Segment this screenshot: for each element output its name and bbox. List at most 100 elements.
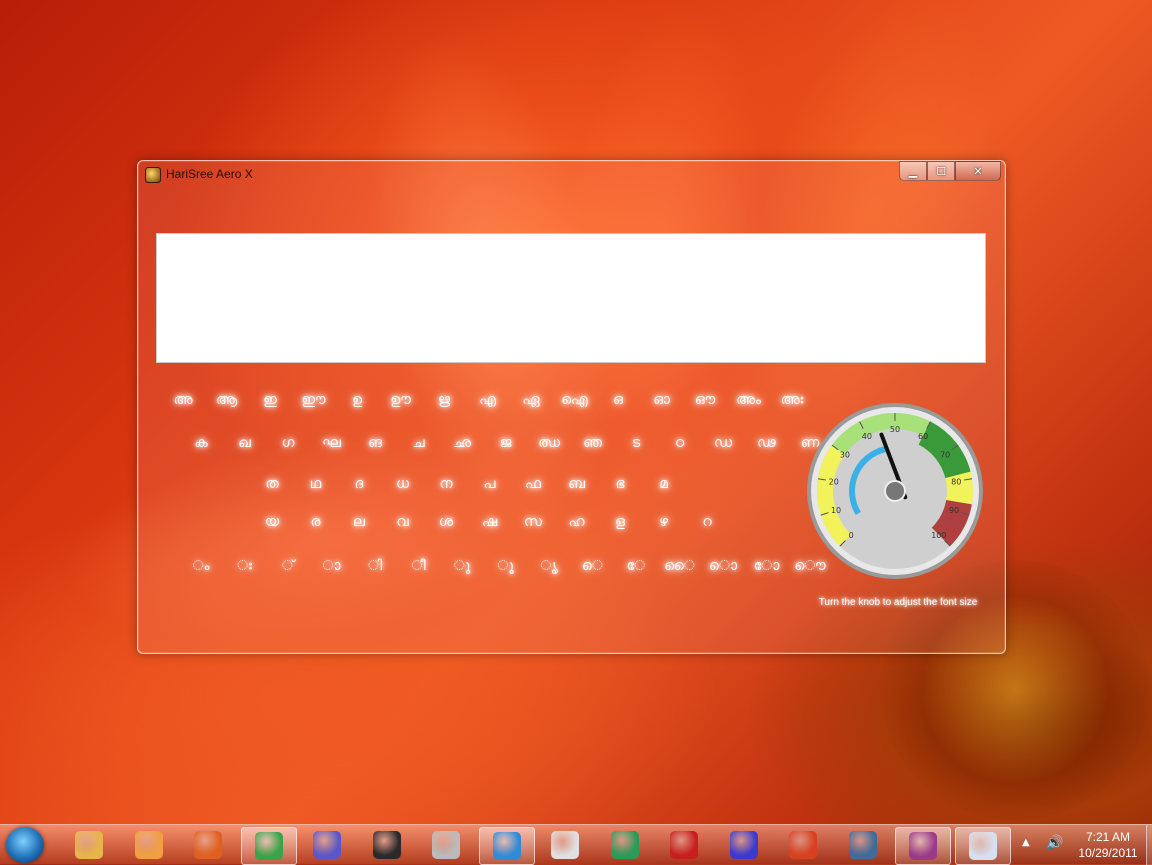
key[interactable]: ച — [400, 430, 438, 456]
key[interactable]: ൊ — [704, 553, 742, 579]
key[interactable]: ഉ — [338, 387, 376, 413]
key[interactable]: റ — [688, 509, 726, 535]
gauge-tick-label: 80 — [951, 477, 961, 486]
key[interactable]: ഠ — [661, 430, 699, 456]
key[interactable]: യ — [253, 509, 291, 535]
tray-arrow-icon[interactable]: ▲ — [1022, 837, 1030, 848]
key[interactable]: ഏ — [512, 387, 550, 413]
key[interactable]: വ — [384, 509, 422, 535]
key[interactable]: ം — [182, 553, 220, 579]
show-desktop-button[interactable] — [1146, 825, 1152, 865]
key[interactable]: ഔ — [686, 387, 724, 413]
key[interactable]: ഇ — [251, 387, 289, 413]
key[interactable]: ഘ — [313, 430, 351, 456]
key[interactable]: ഐ — [556, 387, 594, 413]
key[interactable]: ഖ — [226, 430, 264, 456]
taskbar-item-winrar[interactable] — [895, 827, 951, 865]
key[interactable]: ഊ — [382, 387, 420, 413]
clock[interactable]: 7:21 AM 10/29/2011 — [1072, 829, 1144, 861]
key[interactable]: ൃ — [530, 553, 568, 579]
taskbar-item-chrome[interactable] — [240, 827, 297, 865]
taskbar-item-messenger[interactable] — [598, 827, 652, 863]
volume-icon[interactable]: 🔊 — [1046, 835, 1063, 851]
window-icon — [968, 832, 997, 860]
gauge-tick-label: 40 — [862, 432, 872, 441]
key[interactable]: ല — [340, 509, 378, 535]
key[interactable]: ക — [182, 430, 220, 456]
key[interactable]: ൈ — [661, 553, 699, 579]
key[interactable]: ശ — [427, 509, 465, 535]
key[interactable]: ൂ — [487, 553, 525, 579]
taskbar-item-explorer[interactable] — [62, 827, 116, 863]
close-button[interactable]: ✕ — [955, 161, 1001, 181]
key[interactable]: ഗ — [269, 430, 307, 456]
key[interactable]: ഋ — [425, 387, 463, 413]
key[interactable]: ആ — [208, 387, 246, 413]
taskbar: ▲ 🔊 7:21 AM 10/29/2011 — [0, 824, 1152, 865]
key[interactable]: മ — [645, 471, 683, 497]
key[interactable]: ഡ — [704, 430, 742, 456]
maximize-button[interactable]: ☐ — [927, 161, 955, 181]
key[interactable]: ഥ — [297, 471, 335, 497]
key[interactable]: പ — [471, 471, 509, 497]
key[interactable]: ഝ — [530, 430, 568, 456]
taskbar-item-kaspersky[interactable] — [657, 827, 711, 863]
start-button[interactable] — [6, 827, 44, 863]
gauge-tick-label: 90 — [949, 506, 959, 515]
key[interactable]: ത — [253, 471, 291, 497]
taskbar-item-media-um[interactable] — [360, 827, 414, 863]
key[interactable]: എ — [469, 387, 507, 413]
key[interactable]: ോ — [748, 553, 786, 579]
taskbar-item-monitor[interactable] — [836, 827, 890, 863]
key[interactable]: അം — [730, 387, 768, 413]
key[interactable]: ഷ — [471, 509, 509, 535]
font-size-gauge[interactable]: 0 10 20 30 40 50 60 70 80 90 100 — [805, 401, 985, 581]
key[interactable]: െ — [574, 553, 612, 579]
key[interactable]: ാ — [313, 553, 351, 579]
key[interactable]: േ — [617, 553, 655, 579]
key[interactable]: ബ — [558, 471, 596, 497]
taskbar-item-infinity[interactable] — [300, 827, 354, 863]
key[interactable]: ര — [297, 509, 335, 535]
key[interactable]: ഹ — [558, 509, 596, 535]
key[interactable]: ഢ — [748, 430, 786, 456]
taskbar-item-ucweb[interactable] — [776, 827, 830, 863]
key[interactable]: അ — [164, 387, 202, 413]
title-bar[interactable]: HariSree Aero X ▁ ☐ ✕ — [138, 161, 1005, 187]
text-input-area[interactable] — [156, 233, 986, 363]
key[interactable]: ദ — [340, 471, 378, 497]
winrar-icon — [909, 832, 937, 860]
key[interactable]: ി — [356, 553, 394, 579]
key[interactable]: ഛ — [443, 430, 481, 456]
taskbar-item-installer[interactable] — [538, 827, 592, 863]
key[interactable]: ധ — [384, 471, 422, 497]
minimize-button[interactable]: ▁ — [899, 161, 927, 181]
taskbar-item-bittorrent[interactable] — [717, 827, 771, 863]
key[interactable]: ന — [427, 471, 465, 497]
key[interactable]: ങ — [356, 430, 394, 456]
key[interactable]: ് — [269, 553, 307, 579]
key[interactable]: ട — [617, 430, 655, 456]
gauge-tick-label: 20 — [829, 477, 839, 486]
key[interactable]: സ — [514, 509, 552, 535]
key[interactable]: ഈ — [295, 387, 333, 413]
key[interactable]: ള — [601, 509, 639, 535]
firefox-icon — [194, 831, 222, 859]
key[interactable]: ു — [443, 553, 481, 579]
taskbar-item-media-player[interactable] — [122, 827, 176, 863]
monitor-icon — [848, 831, 877, 859]
key[interactable]: ീ — [400, 553, 438, 579]
taskbar-item-firefox[interactable] — [181, 827, 235, 863]
key[interactable]: ഓ — [643, 387, 681, 413]
key[interactable]: ജ — [487, 430, 525, 456]
key[interactable]: ഞ — [574, 430, 612, 456]
key[interactable]: ഃ — [226, 553, 264, 579]
key[interactable]: ഫ — [514, 471, 552, 497]
taskbar-item-window[interactable] — [954, 827, 1011, 865]
key[interactable]: ഴ — [645, 509, 683, 535]
key[interactable]: ഭ — [601, 471, 639, 497]
key[interactable]: ഒ — [599, 387, 637, 413]
taskbar-item-app-winsoft[interactable] — [419, 827, 473, 863]
keyboard-row: ംഃ്ാിീുൂൃെേൈൊോൌ — [182, 553, 835, 579]
taskbar-item-globe[interactable] — [478, 827, 535, 865]
